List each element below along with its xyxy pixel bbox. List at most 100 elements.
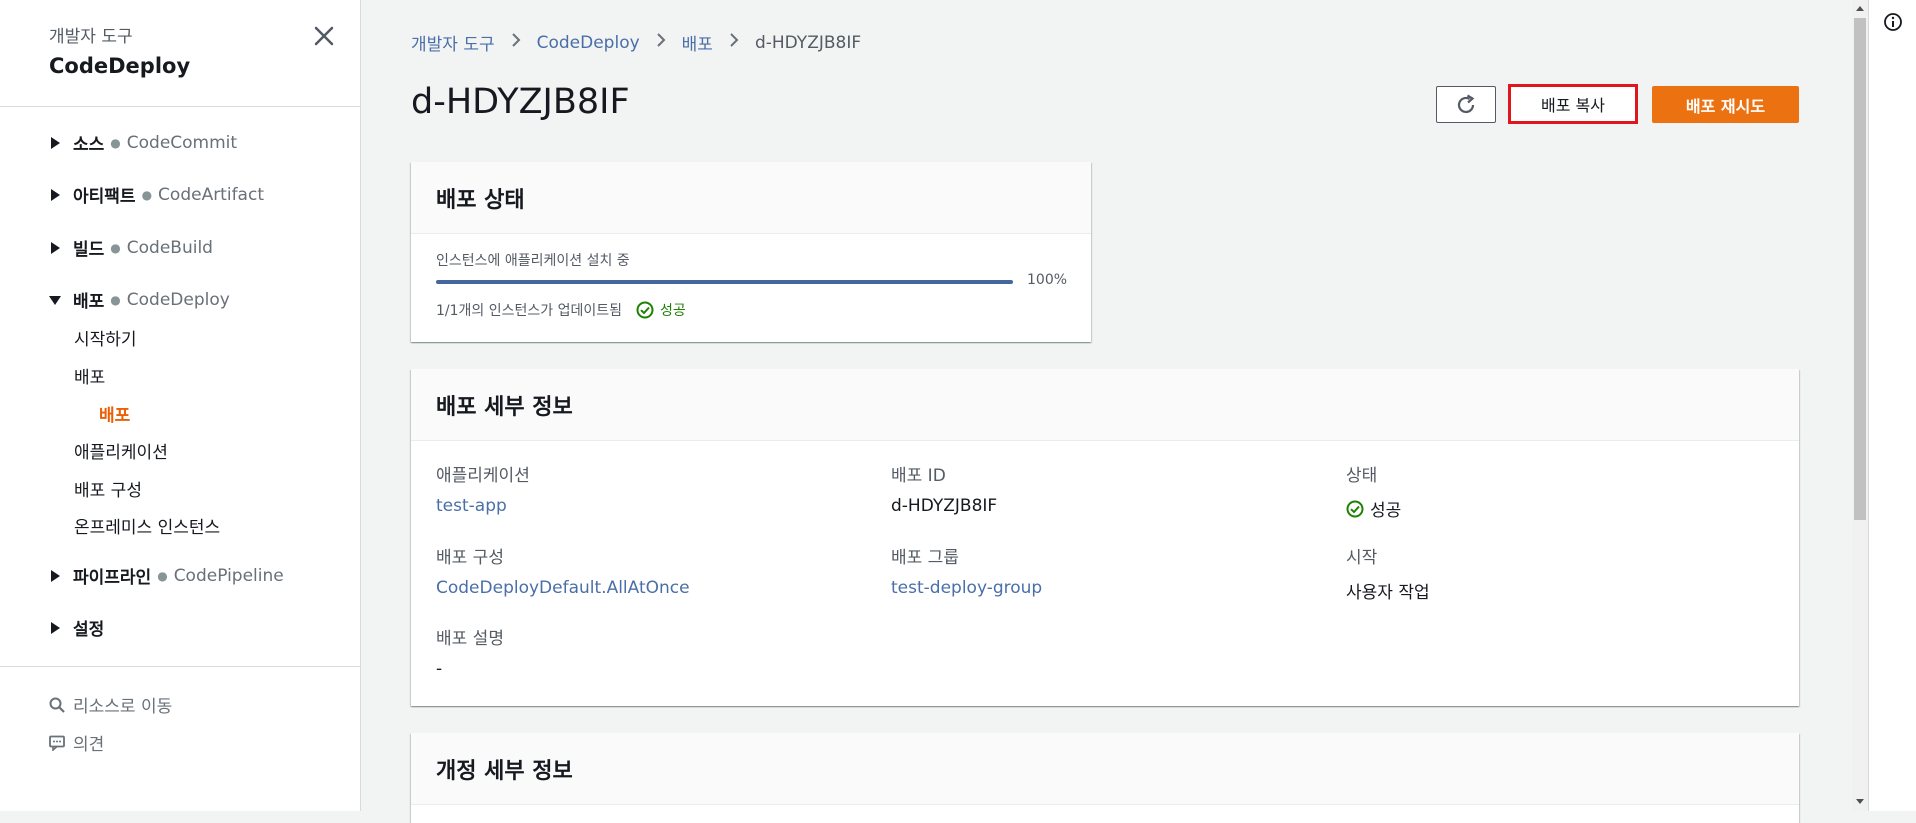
group-name: 소스 — [73, 135, 105, 155]
breadcrumb-item[interactable]: CodeDeploy — [537, 33, 640, 53]
field-value: - — [436, 659, 443, 679]
sidebar-item-applications[interactable]: 애플리케이션 — [74, 438, 168, 463]
right-rail — [1868, 0, 1916, 811]
chevron-right-icon — [656, 32, 666, 53]
sidebar-item-deploy-configs[interactable]: 배포 구성 — [74, 476, 142, 501]
field-start: 시작 사용자 작업 — [1346, 543, 1430, 603]
breadcrumb-item[interactable]: 배포 — [682, 30, 713, 55]
group-service: CodeBuild — [126, 237, 213, 258]
close-icon[interactable] — [312, 24, 336, 48]
sidebar-group-build[interactable]: 빌드 ● CodeBuild — [49, 235, 213, 260]
bullet-separator: ● — [110, 292, 121, 307]
sidebar-item-getting-started[interactable]: 시작하기 — [74, 325, 137, 350]
progress-bar — [436, 280, 1013, 284]
feedback-label: 의견 — [73, 735, 105, 755]
copy-deployment-button[interactable]: 배포 복사 — [1508, 84, 1638, 124]
card-title: 배포 상태 — [411, 162, 1091, 234]
sidebar-group-deploy[interactable]: 배포 ● CodeDeploy — [49, 287, 230, 312]
card-title: 배포 세부 정보 — [411, 369, 1799, 441]
progress-label: 인스턴스에 애플리케이션 설치 중 — [436, 253, 630, 269]
caret-right-icon — [51, 569, 60, 582]
sidebar-item-deployments-active[interactable]: 배포 — [99, 401, 130, 426]
sidebar-item-onprem-instances[interactable]: 온프레미스 인스턴스 — [74, 513, 220, 538]
field-label: 배포 구성 — [436, 548, 504, 568]
instances-text: 1/1개의 인스턴스가 업데이트됨 — [436, 303, 622, 319]
scroll-down-arrow-icon[interactable] — [1856, 799, 1864, 804]
check-circle-icon — [1346, 500, 1364, 517]
group-service: CodeArtifact — [158, 184, 264, 205]
feedback-icon — [49, 735, 65, 751]
caret-right-icon — [51, 621, 60, 634]
bullet-separator: ● — [141, 187, 153, 202]
bullet-separator: ● — [157, 568, 168, 583]
group-name: 배포 — [73, 292, 105, 312]
breadcrumb-current: d-HDYZJB8IF — [754, 32, 862, 53]
main-content: 개발자 도구 CodeDeploy 배포 d-HDYZJB8IF d-HDYZJ… — [362, 0, 1852, 823]
field-deploy-id: 배포 ID d-HDYZJB8IF — [891, 461, 997, 516]
group-name: 파이프라인 — [73, 568, 152, 588]
field-label: 배포 설명 — [436, 629, 504, 649]
field-value: 사용자 작업 — [1346, 583, 1430, 603]
chevron-right-icon — [729, 32, 739, 53]
sidebar-divider — [0, 666, 361, 667]
field-application: 애플리케이션 test-app — [436, 461, 530, 516]
status-badge: 성공 — [1346, 496, 1401, 521]
field-label: 시작 — [1346, 548, 1378, 568]
goto-resource-label: 리소스로 이동 — [73, 697, 173, 717]
info-icon[interactable] — [1883, 12, 1903, 36]
scrollbar-thumb[interactable] — [1854, 18, 1866, 520]
sidebar-item-deployments[interactable]: 배포 — [74, 363, 105, 388]
refresh-icon — [1457, 94, 1475, 113]
goto-resource-link[interactable]: 리소스로 이동 — [49, 692, 172, 717]
status-badge: 성공 — [636, 300, 686, 320]
group-name: 아티팩트 — [73, 187, 136, 207]
field-description: 배포 설명 - — [436, 624, 504, 679]
sidebar-group-artifact[interactable]: 아티팩트 ● CodeArtifact — [49, 182, 264, 207]
refresh-button[interactable] — [1436, 86, 1496, 123]
sidebar-subtitle: 개발자 도구 — [49, 27, 133, 47]
sidebar-title: CodeDeploy — [49, 54, 191, 78]
feedback-link[interactable]: 의견 — [49, 730, 104, 755]
breadcrumb-item[interactable]: 개발자 도구 — [411, 30, 495, 55]
field-label: 상태 — [1346, 466, 1378, 486]
field-label: 배포 그룹 — [891, 548, 959, 568]
sidebar-group-settings[interactable]: 설정 — [49, 615, 104, 640]
retry-deployment-button[interactable]: 배포 재시도 — [1652, 86, 1799, 123]
group-service: CodeDeploy — [126, 289, 230, 310]
progress-percent: 100% — [1027, 272, 1068, 288]
field-label: 배포 ID — [891, 466, 946, 486]
caret-right-icon — [51, 136, 60, 149]
deployment-status-card: 배포 상태 인스턴스에 애플리케이션 설치 중 100% 1/1개의 인스턴스가… — [411, 162, 1091, 342]
scroll-up-arrow-icon[interactable] — [1856, 6, 1864, 11]
sidebar-divider — [0, 106, 361, 107]
field-deploy-group: 배포 그룹 test-deploy-group — [891, 543, 1042, 598]
progress-fill — [436, 280, 1013, 284]
field-value: d-HDYZJB8IF — [891, 496, 998, 516]
page-title: d-HDYZJB8IF — [411, 82, 630, 122]
sidebar: 개발자 도구 CodeDeploy 소스 ● CodeCommit 아티팩트 ●… — [0, 0, 361, 811]
bullet-separator: ● — [110, 135, 121, 150]
check-circle-icon — [636, 301, 654, 319]
group-service: CodeCommit — [126, 132, 238, 153]
chevron-right-icon — [511, 32, 521, 53]
status-text: 성공 — [660, 303, 686, 319]
scrollbar[interactable] — [1852, 0, 1868, 811]
group-name: 빌드 — [73, 240, 105, 260]
breadcrumb: 개발자 도구 CodeDeploy 배포 d-HDYZJB8IF — [411, 30, 862, 56]
deploy-config-link[interactable]: CodeDeployDefault.AllAtOnce — [436, 578, 690, 598]
status-text: 성공 — [1370, 501, 1402, 521]
caret-right-icon — [51, 241, 60, 254]
caret-down-icon — [49, 295, 61, 305]
deployment-details-card: 배포 세부 정보 애플리케이션 test-app 배포 ID d-HDYZJB8… — [411, 369, 1799, 706]
revision-details-card: 개정 세부 정보 — [411, 733, 1799, 823]
group-name: 설정 — [73, 620, 105, 640]
group-service: CodePipeline — [173, 565, 284, 586]
deploy-group-link[interactable]: test-deploy-group — [891, 578, 1042, 598]
bullet-separator: ● — [110, 240, 121, 255]
sidebar-group-source[interactable]: 소스 ● CodeCommit — [49, 130, 237, 155]
application-link[interactable]: test-app — [436, 496, 530, 516]
search-icon — [49, 697, 65, 713]
caret-right-icon — [51, 188, 60, 201]
field-label: 애플리케이션 — [436, 466, 530, 486]
sidebar-group-pipeline[interactable]: 파이프라인 ● CodePipeline — [49, 563, 284, 588]
